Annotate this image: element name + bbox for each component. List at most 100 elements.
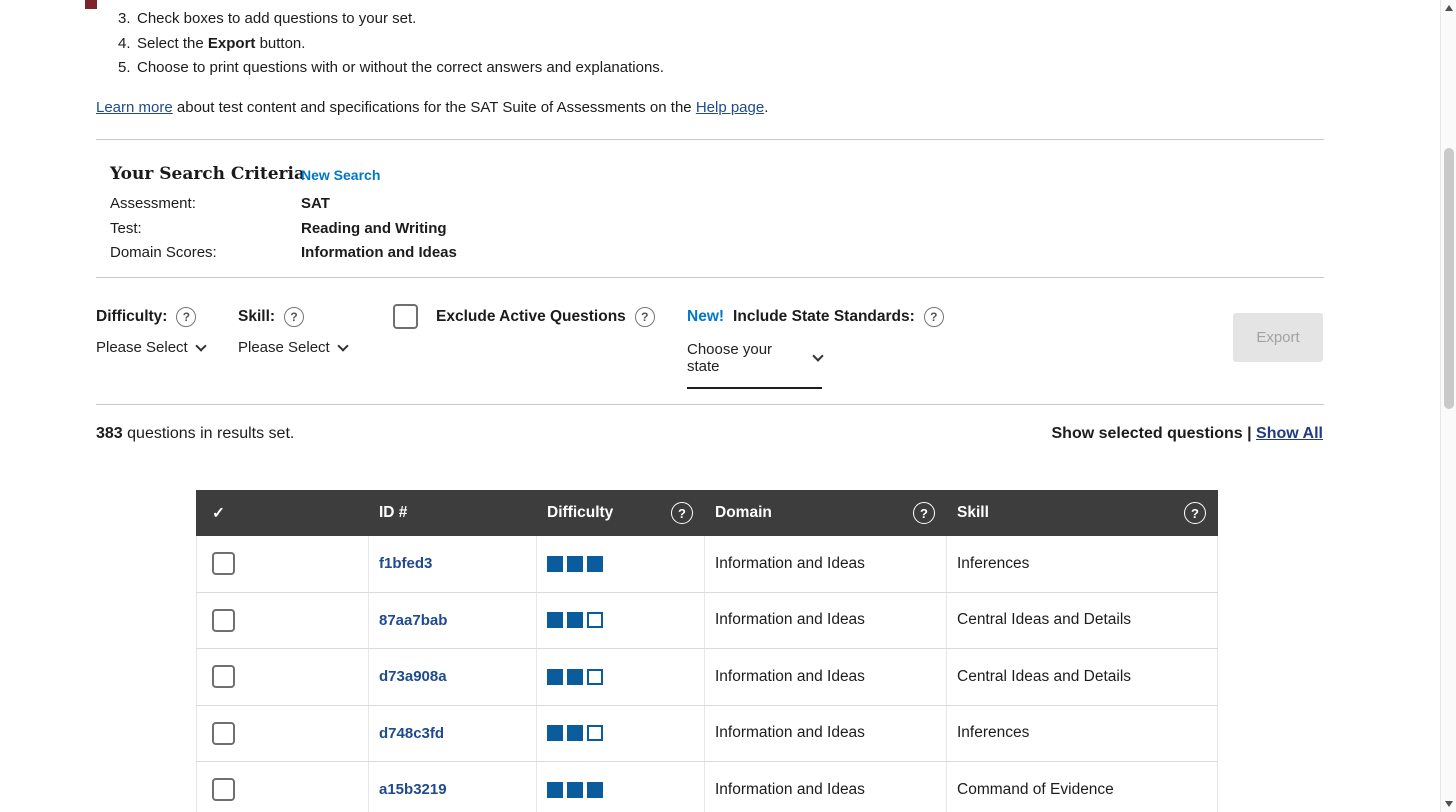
instruction-step-3: 3. Check boxes to add questions to your … [118, 7, 664, 32]
chevron-down-icon [812, 350, 824, 362]
criteria-label: Domain Scores: [110, 244, 217, 262]
results-count: 383 questions in results set. [96, 425, 295, 442]
help-icon[interactable]: ? [923, 307, 944, 327]
difficulty-empty-square [587, 725, 603, 742]
domain-cell: Information and Ideas [705, 649, 947, 705]
table-header: ✓ ID # Difficulty ? Domain ? Skill ? [196, 490, 1218, 536]
scrollbar-thumb[interactable] [1443, 148, 1454, 409]
difficulty-indicator [547, 781, 603, 798]
header-difficulty: Difficulty ? [537, 490, 705, 536]
criteria-row: Test: Reading and Writing [110, 216, 457, 241]
question-id-link[interactable]: d73a908a [379, 668, 447, 685]
question-id-link[interactable]: f1bfed3 [379, 555, 432, 572]
learn-more-text: about test content and specifications fo… [172, 99, 696, 116]
exclude-active-checkbox[interactable] [393, 304, 418, 329]
results-count-number: 383 [96, 425, 123, 442]
question-id-link[interactable]: 87aa7bab [379, 612, 447, 629]
learn-more-link[interactable]: Learn more [96, 99, 173, 116]
questions-table: ✓ ID # Difficulty ? Domain ? Skill ? f1b… [196, 490, 1218, 812]
show-selected-label: Show selected questions [1051, 425, 1243, 442]
domain-cell: Information and Ideas [705, 536, 947, 592]
help-icon[interactable]: ? [1184, 502, 1206, 524]
header-id: ID # [379, 504, 408, 521]
id-cell: f1bfed3 [369, 536, 537, 592]
skill-filter-label: Skill: ? [238, 307, 305, 327]
instructions-list: 3. Check boxes to add questions to your … [118, 7, 664, 81]
difficulty-cell [537, 762, 705, 812]
scroll-up-button[interactable] [1441, 0, 1456, 16]
criteria-value: Reading and Writing [301, 219, 447, 237]
exclude-active-label: Exclude Active Questions ? [436, 307, 655, 327]
table-row: d748c3fd Information and Ideas Inference… [196, 705, 1218, 762]
difficulty-filled-square [547, 668, 563, 685]
criteria-row: Domain Scores: Information and Ideas [110, 240, 457, 265]
divider [96, 404, 1324, 405]
skill-cell: Command of Evidence [947, 762, 1218, 812]
difficulty-indicator [547, 555, 603, 572]
step-text: Check boxes to add questions to your set… [137, 10, 417, 27]
criteria-label: Test: [110, 219, 142, 237]
difficulty-indicator [547, 668, 603, 685]
new-search-link[interactable]: New Search [301, 167, 380, 183]
skill-cell: Inferences [947, 705, 1218, 761]
difficulty-indicator [547, 725, 603, 742]
search-criteria-rows: Assessment: SAT Test: Reading and Writin… [110, 191, 457, 265]
scroll-down-button[interactable] [1441, 796, 1456, 812]
step-number: 5. [118, 59, 131, 77]
difficulty-filled-square [547, 612, 563, 629]
row-checkbox[interactable] [212, 608, 235, 632]
domain-cell: Information and Ideas [705, 705, 947, 761]
row-checkbox[interactable] [212, 721, 235, 745]
step-number: 4. [118, 34, 131, 52]
help-icon[interactable]: ? [913, 502, 935, 524]
difficulty-filled-square [547, 781, 563, 798]
state-select[interactable]: Choose your state [687, 341, 824, 389]
header-check-column: ✓ [196, 490, 369, 536]
criteria-value: Information and Ideas [301, 244, 457, 262]
domain-cell: Information and Ideas [705, 592, 947, 648]
difficulty-empty-square [587, 612, 603, 629]
id-cell: d748c3fd [369, 705, 537, 761]
header-skill: Skill ? [947, 490, 1218, 536]
difficulty-filled-square [587, 781, 603, 798]
help-icon[interactable]: ? [284, 307, 305, 327]
instruction-step-4: 4. Select the Export button. [118, 32, 664, 57]
vertical-scrollbar[interactable] [1440, 0, 1456, 812]
clipped-scrolled-element [85, 0, 97, 9]
difficulty-select[interactable]: Please Select [96, 339, 207, 356]
question-id-link[interactable]: a15b3219 [379, 781, 447, 798]
difficulty-cell [537, 592, 705, 648]
skill-cell: Inferences [947, 536, 1218, 592]
row-checkbox[interactable] [212, 778, 235, 802]
row-checkbox[interactable] [212, 552, 235, 576]
id-cell: a15b3219 [369, 762, 537, 812]
search-criteria-title: Your Search Criteria [110, 164, 305, 184]
difficulty-filled-square [547, 725, 563, 742]
check-cell [196, 649, 369, 705]
table-row: d73a908a Information and Ideas Central I… [196, 649, 1218, 706]
export-button[interactable]: Export [1233, 313, 1323, 362]
help-icon[interactable]: ? [176, 307, 197, 327]
difficulty-cell [537, 705, 705, 761]
difficulty-cell [537, 649, 705, 705]
question-bank-page: 3. Check boxes to add questions to your … [0, 0, 1440, 812]
divider [96, 277, 1324, 278]
checkmark-icon: ✓ [212, 504, 225, 522]
row-checkbox[interactable] [212, 665, 235, 689]
difficulty-filter-label: Difficulty: ? [96, 307, 197, 327]
help-page-link[interactable]: Help page [696, 99, 764, 116]
table-row: 87aa7bab Information and Ideas Central I… [196, 592, 1218, 649]
question-id-link[interactable]: d748c3fd [379, 725, 444, 742]
show-all-link[interactable]: Show All [1256, 425, 1323, 442]
criteria-label: Assessment: [110, 194, 196, 212]
criteria-value: SAT [301, 194, 330, 212]
check-cell [196, 592, 369, 648]
step-text: Select the Export button. [137, 34, 306, 52]
domain-cell: Information and Ideas [705, 762, 947, 812]
difficulty-empty-square [587, 668, 603, 685]
help-icon[interactable]: ? [671, 502, 693, 524]
skill-select[interactable]: Please Select [238, 339, 349, 356]
divider [96, 139, 1324, 140]
chevron-down-icon [337, 339, 349, 352]
help-icon[interactable]: ? [634, 307, 655, 327]
